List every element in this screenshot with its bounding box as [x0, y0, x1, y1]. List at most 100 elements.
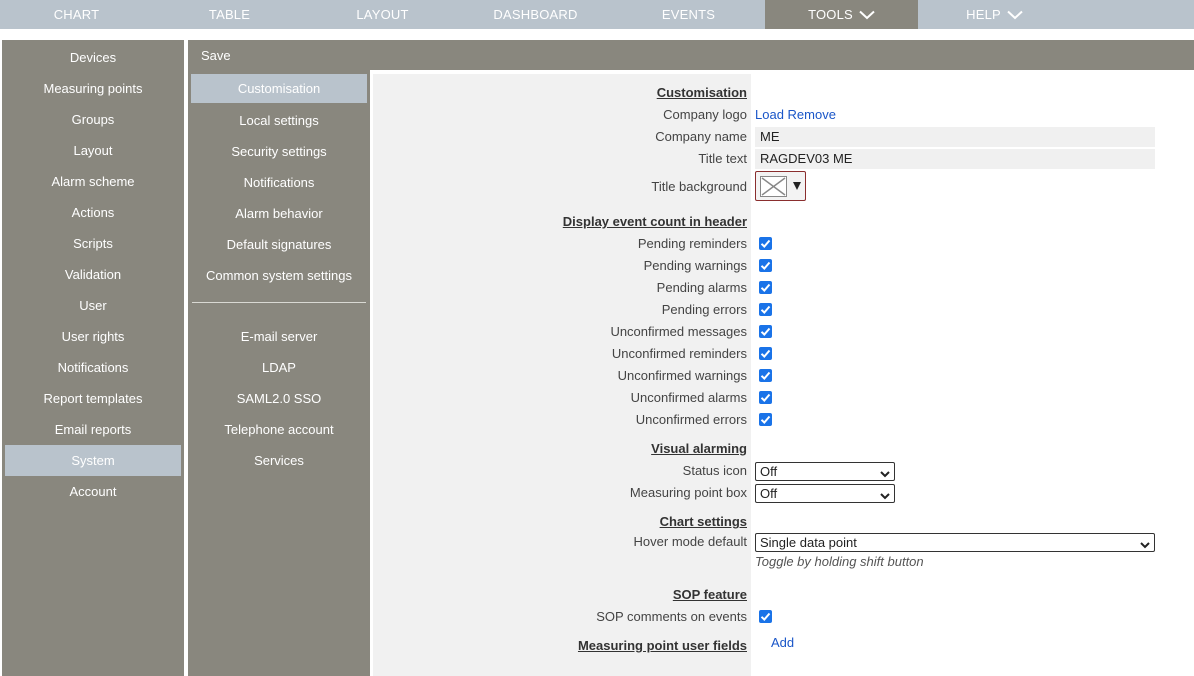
nav-label: CHART: [53, 7, 100, 22]
unconfirmed-alarms-checkbox[interactable]: [759, 391, 772, 404]
event-count-row: Pending errors: [373, 299, 1194, 321]
submenu-item-customisation[interactable]: Customisation: [191, 74, 367, 103]
title-text-label: Title text: [698, 151, 747, 166]
nav-dashboard[interactable]: DASHBOARD: [459, 0, 612, 29]
nav-label: HELP: [966, 7, 1001, 22]
logo-load-link[interactable]: Load: [755, 107, 784, 122]
event-count-label: Unconfirmed reminders: [611, 346, 747, 361]
sidebar-item-email-reports[interactable]: Email reports: [5, 414, 181, 445]
submenu-item-ldap[interactable]: LDAP: [191, 352, 367, 383]
sidebar-item-alarm-scheme[interactable]: Alarm scheme: [5, 166, 181, 197]
hover-mode-label: Hover mode default: [633, 534, 747, 549]
unconfirmed-errors-checkbox[interactable]: [759, 413, 772, 426]
hover-mode-row: Hover mode default Single data point: [373, 531, 1194, 553]
no-color-icon: [760, 176, 787, 197]
nav-help[interactable]: HELP: [918, 0, 1071, 29]
submenu-item-security-settings[interactable]: Security settings: [191, 136, 367, 167]
company-logo-row: Company logo Load Remove: [373, 104, 1194, 126]
status-icon-label: Status icon: [682, 463, 747, 478]
unconfirmed-warnings-checkbox[interactable]: [759, 369, 772, 382]
submenu-item-common-system-settings[interactable]: Common system settings: [191, 260, 367, 291]
status-icon-select[interactable]: Off: [755, 462, 895, 481]
sidebar-item-user-rights[interactable]: User rights: [5, 321, 181, 352]
sidebar-item-layout[interactable]: Layout: [5, 135, 181, 166]
sop-comments-label: SOP comments on events: [596, 609, 747, 624]
sidebar-item-user[interactable]: User: [5, 290, 181, 321]
save-button[interactable]: Save: [201, 48, 231, 63]
nav-label: DASHBOARD: [493, 7, 578, 22]
nav-table[interactable]: TABLE: [153, 0, 306, 29]
add-user-field-link[interactable]: Add: [771, 635, 794, 650]
nav-label: LAYOUT: [356, 7, 409, 22]
sidebar-item-system[interactable]: System: [5, 445, 181, 476]
submenu-item-notifications[interactable]: Notifications: [191, 167, 367, 198]
nav-layout[interactable]: LAYOUT: [306, 0, 459, 29]
company-name-row: Company name ME: [373, 126, 1194, 148]
section-heading: Display event count in header: [562, 214, 747, 229]
event-count-row: Unconfirmed messages: [373, 321, 1194, 343]
submenu-item-local-settings[interactable]: Local settings: [191, 105, 367, 136]
measuring-point-box-select[interactable]: Off: [755, 484, 895, 503]
title-background-label: Title background: [651, 179, 747, 194]
event-count-label: Unconfirmed warnings: [617, 368, 747, 383]
hover-mode-select[interactable]: Single data point: [755, 533, 1155, 552]
submenu-divider: [192, 302, 366, 303]
sidebar-item-validation[interactable]: Validation: [5, 259, 181, 290]
submenu-item-saml2-0-sso[interactable]: SAML2.0 SSO: [191, 383, 367, 414]
section-heading: Visual alarming: [651, 441, 747, 456]
sidebar-item-actions[interactable]: Actions: [5, 197, 181, 228]
sidebar-item-groups[interactable]: Groups: [5, 104, 181, 135]
section-heading: Measuring point user fields: [577, 638, 747, 653]
nav-chart[interactable]: CHART: [0, 0, 153, 29]
sidebar-item-notifications[interactable]: Notifications: [5, 352, 181, 383]
title-background-row: Title background: [373, 171, 1194, 203]
save-bar: Save: [188, 40, 1194, 70]
sidebar: Devices Measuring points Groups Layout Alarm…: [2, 40, 184, 676]
chevron-down-icon: [1140, 537, 1150, 549]
measuring-point-box-label: Measuring point box: [629, 485, 747, 500]
company-name-input[interactable]: ME: [755, 127, 1155, 147]
select-value: Single data point: [760, 535, 857, 550]
event-count-label: Unconfirmed messages: [610, 324, 747, 339]
event-count-row: Pending warnings: [373, 255, 1194, 277]
pending-warnings-checkbox[interactable]: [759, 259, 772, 272]
event-count-row: Unconfirmed alarms: [373, 387, 1194, 409]
title-text-input[interactable]: RAGDEV03 ME: [755, 149, 1155, 169]
sidebar-item-account[interactable]: Account: [5, 476, 181, 507]
nav-events[interactable]: EVENTS: [612, 0, 765, 29]
submenu-item-services[interactable]: Services: [191, 445, 367, 476]
pending-reminders-checkbox[interactable]: [759, 237, 772, 250]
title-background-colorpicker[interactable]: [755, 171, 806, 201]
submenu-item-e-mail-server[interactable]: E-mail server: [191, 321, 367, 352]
nav-label: TOOLS: [808, 7, 853, 22]
dropdown-arrow-icon: [793, 182, 801, 190]
customisation-section-heading: Customisation: [373, 82, 1194, 104]
pending-alarms-checkbox[interactable]: [759, 281, 772, 294]
submenu-item-telephone-account[interactable]: Telephone account: [191, 414, 367, 445]
sidebar-item-measuring-points[interactable]: Measuring points: [5, 73, 181, 104]
chevron-down-icon: [1007, 10, 1023, 20]
unconfirmed-reminders-checkbox[interactable]: [759, 347, 772, 360]
event-count-row: Unconfirmed reminders: [373, 343, 1194, 365]
nav-label: TABLE: [208, 7, 251, 22]
sop-comments-checkbox[interactable]: [759, 610, 772, 623]
sidebar-item-report-templates[interactable]: Report templates: [5, 383, 181, 414]
event-count-row: Pending reminders: [373, 233, 1194, 255]
sidebar-item-devices[interactable]: Devices: [5, 42, 181, 73]
section-heading: SOP feature: [672, 587, 747, 602]
submenu-item-default-signatures[interactable]: Default signatures: [191, 229, 367, 260]
title-text-row: Title text RAGDEV03 ME: [373, 148, 1194, 170]
chevron-down-icon: [880, 466, 890, 478]
unconfirmed-messages-checkbox[interactable]: [759, 325, 772, 338]
settings-submenu: Customisation Local settings Security sett…: [188, 70, 370, 676]
logo-remove-link[interactable]: Remove: [788, 107, 836, 122]
submenu-item-alarm-behavior[interactable]: Alarm behavior: [191, 198, 367, 229]
pending-errors-checkbox[interactable]: [759, 303, 772, 316]
event-count-label: Unconfirmed alarms: [630, 390, 747, 405]
hover-hint-row: Toggle by holding shift button: [373, 551, 1194, 573]
nav-tools[interactable]: TOOLS: [765, 0, 918, 29]
sidebar-item-scripts[interactable]: Scripts: [5, 228, 181, 259]
visual-alarming-section-heading: Visual alarming: [373, 438, 1194, 460]
event-count-row: Pending alarms: [373, 277, 1194, 299]
event-count-label: Unconfirmed errors: [635, 412, 747, 427]
